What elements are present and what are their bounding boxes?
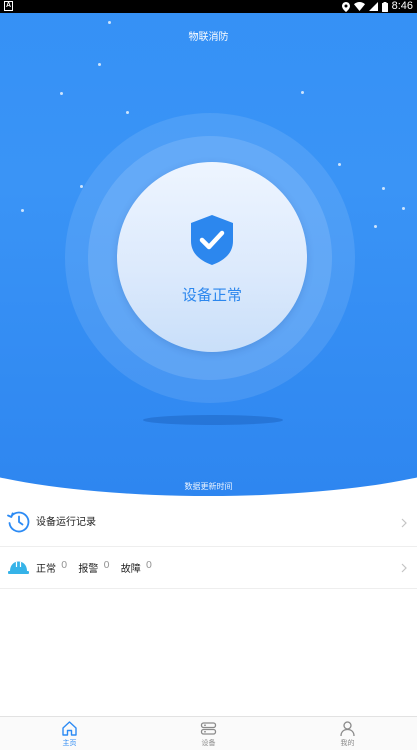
data-update-time: 数据更新时间 — [184, 482, 233, 491]
location-icon — [341, 1, 350, 12]
signal-icon — [368, 2, 378, 11]
bottom-tab-bar: 主页 设备 我的 — [0, 716, 417, 750]
run-records-label: 设备运行记录 — [36, 517, 96, 528]
count-alarm-label: 报警 — [78, 564, 99, 575]
wifi-icon — [353, 2, 365, 11]
helmet-icon — [8, 561, 29, 574]
star-decoration — [21, 209, 24, 212]
tab-home[interactable]: 主页 — [0, 717, 139, 750]
chevron-right-icon — [401, 563, 407, 573]
count-alarm: 报警 0 — [78, 560, 109, 575]
tab-profile-label: 我的 — [340, 739, 355, 747]
star-decoration — [126, 111, 129, 114]
status-icons: 8:46 — [341, 0, 413, 13]
star-decoration — [108, 21, 111, 24]
tab-device-label: 设备 — [201, 739, 216, 747]
chevron-right-icon — [401, 518, 407, 528]
count-normal: 正常 0 — [36, 560, 67, 575]
shield-check-icon — [191, 215, 233, 265]
count-normal-label: 正常 — [36, 564, 56, 575]
star-decoration — [374, 225, 377, 228]
tab-device[interactable]: 设备 — [139, 717, 278, 750]
circle-shadow — [143, 415, 283, 425]
count-normal-value: 0 — [61, 560, 68, 571]
status-counts: 正常 0 报警 0 故障 0 — [36, 560, 163, 575]
count-fault-label: 故障 — [120, 564, 141, 575]
history-icon — [7, 511, 30, 533]
status-time: 8:46 — [391, 0, 413, 12]
notification-icon: A — [4, 1, 13, 11]
tab-profile[interactable]: 我的 — [278, 717, 417, 750]
status-bar: A 8:46 — [0, 0, 417, 13]
count-fault: 故障 0 — [121, 560, 152, 575]
run-records-row[interactable]: 设备运行记录 — [0, 498, 417, 547]
home-icon — [62, 721, 77, 736]
star-decoration — [338, 163, 341, 166]
battery-icon — [381, 1, 388, 12]
device-icon — [200, 722, 217, 735]
count-alarm-value: 0 — [103, 560, 110, 571]
user-icon — [340, 721, 355, 737]
star-decoration — [402, 207, 405, 210]
status-summary-row[interactable]: 正常 0 报警 0 故障 0 — [0, 547, 417, 589]
tab-home-label: 主页 — [62, 739, 77, 747]
star-decoration — [98, 63, 101, 66]
hero-section: 物联消防 设备正常 数据更新时间 — [0, 13, 417, 498]
star-decoration — [60, 92, 63, 95]
device-status-text: 设备正常 — [181, 286, 242, 304]
count-fault-value: 0 — [145, 560, 153, 571]
star-decoration — [301, 91, 304, 94]
star-decoration — [382, 187, 385, 190]
page-title: 物联消防 — [188, 32, 229, 43]
